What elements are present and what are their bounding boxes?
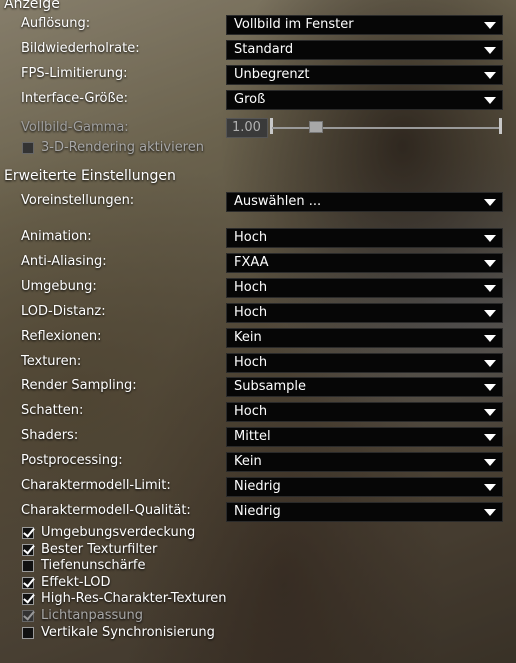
chevron-down-icon <box>484 459 496 467</box>
checkbox-label-high-res-charakter-texturen: High-Res-Charakter-Texturen <box>41 591 227 607</box>
checkbox-vertikale-synchronisierung[interactable] <box>22 626 34 639</box>
setting-label-anti-aliasing: Anti-Aliasing: <box>21 253 107 269</box>
checkbox-label-vertikale-synchronisierung: Vertikale Synchronisierung <box>41 624 215 640</box>
setting-label-lod-distanz: LOD-Distanz: <box>21 303 106 319</box>
interface-size-label: Interface-Größe: <box>21 91 129 106</box>
checkbox-umgebungsverdeckung[interactable] <box>22 527 34 539</box>
setting-dropdown-lod-distanz[interactable]: Hoch <box>226 302 503 323</box>
setting-dropdown-postprocessing[interactable]: Kein <box>226 452 503 473</box>
setting-value-lod-distanz: Hoch <box>234 304 268 320</box>
gamma-slider-min-tick <box>270 118 273 134</box>
setting-dropdown-render-sampling[interactable]: Subsample <box>226 377 503 398</box>
chevron-down-icon <box>484 47 496 54</box>
checkbox-label-effekt-lod: Effekt-LOD <box>41 574 111 590</box>
setting-dropdown-charaktermodell-limit[interactable]: Niedrig <box>226 477 503 497</box>
checkbox-label-bester-texturfilter: Bester Texturfilter <box>41 541 158 557</box>
setting-value-texturen: Hoch <box>234 354 268 370</box>
chevron-down-icon <box>484 434 496 442</box>
section-title-advanced: Erweiterte Einstellungen <box>4 168 176 184</box>
chevron-down-icon <box>484 409 496 417</box>
gamma-value-field: 1.00 <box>226 118 268 138</box>
setting-value-reflexionen: Kein <box>234 329 262 345</box>
setting-value-umgebung: Hoch <box>234 279 268 295</box>
setting-label-animation: Animation: <box>21 229 92 244</box>
interface-size-dropdown[interactable]: Groß <box>226 90 503 110</box>
refresh-rate-dropdown[interactable]: Standard <box>226 40 503 60</box>
fps-limit-label: FPS-Limitierung: <box>21 66 128 81</box>
chevron-down-icon <box>484 484 496 491</box>
section-title-display: Anzeige <box>4 0 60 12</box>
checkbox-tiefenunschärfe[interactable] <box>22 560 34 573</box>
gamma-slider-track <box>272 127 500 129</box>
setting-value-postprocessing: Kein <box>234 454 262 470</box>
checkbox-label-lichtanpassung: Lichtanpassung <box>41 608 144 623</box>
setting-label-postprocessing: Postprocessing: <box>21 453 123 469</box>
setting-value-schatten: Hoch <box>234 404 268 420</box>
setting-value-shaders: Mittel <box>234 429 271 445</box>
setting-dropdown-animation[interactable]: Hoch <box>226 228 503 248</box>
resolution-value: Vollbild im Fenster <box>234 17 354 32</box>
setting-label-render-sampling: Render Sampling: <box>21 378 137 394</box>
preset-value: Auswählen ... <box>234 194 322 209</box>
chevron-down-icon <box>484 72 496 79</box>
gamma-slider-max-tick <box>499 118 502 134</box>
chevron-down-icon <box>484 309 496 317</box>
setting-value-animation: Hoch <box>234 230 268 245</box>
checkbox-label-tiefenunschärfe: Tiefenunschärfe <box>41 558 146 574</box>
refresh-rate-value: Standard <box>234 42 294 57</box>
setting-label-shaders: Shaders: <box>21 428 79 444</box>
chevron-down-icon <box>484 235 496 242</box>
checkbox-high-res-charakter-texturen[interactable] <box>22 593 34 606</box>
setting-label-reflexionen: Reflexionen: <box>21 328 102 344</box>
checkbox-effekt-lod[interactable] <box>22 576 34 589</box>
setting-label-charaktermodell-limit: Charaktermodell-Limit: <box>21 478 171 493</box>
interface-size-value: Groß <box>234 92 266 107</box>
checkbox-bester-texturfilter[interactable] <box>22 543 34 556</box>
gamma-label: Vollbild-Gamma: <box>21 120 129 135</box>
preset-label: Voreinstellungen: <box>21 193 135 208</box>
fps-limit-value: Unbegrenzt <box>234 67 310 82</box>
setting-value-anti-aliasing: FXAA <box>234 254 269 270</box>
checkbox-label-umgebungsverdeckung: Umgebungsverdeckung <box>41 525 196 540</box>
setting-label-charaktermodell-qualität: Charaktermodell-Qualität: <box>21 502 191 518</box>
setting-dropdown-shaders[interactable]: Mittel <box>226 427 503 448</box>
chevron-down-icon <box>484 97 496 104</box>
chevron-down-icon <box>484 259 496 267</box>
gamma-slider-thumb <box>309 121 323 133</box>
chevron-down-icon <box>484 508 496 516</box>
chevron-down-icon <box>484 199 496 206</box>
refresh-rate-label: Bildwiederholrate: <box>21 41 140 56</box>
setting-value-charaktermodell-limit: Niedrig <box>234 479 281 494</box>
setting-dropdown-charaktermodell-qualität[interactable]: Niedrig <box>226 501 503 522</box>
setting-value-charaktermodell-qualität: Niedrig <box>234 503 281 519</box>
setting-dropdown-umgebung[interactable]: Hoch <box>226 277 503 298</box>
resolution-label: Auflösung: <box>21 16 91 31</box>
chevron-down-icon <box>484 22 496 29</box>
setting-value-render-sampling: Subsample <box>234 379 307 395</box>
preset-dropdown[interactable]: Auswählen ... <box>226 192 503 212</box>
fps-limit-dropdown[interactable]: Unbegrenzt <box>226 65 503 85</box>
chevron-down-icon <box>484 284 496 292</box>
setting-dropdown-schatten[interactable]: Hoch <box>226 402 503 423</box>
setting-dropdown-anti-aliasing[interactable]: FXAA <box>226 252 503 273</box>
chevron-down-icon <box>484 359 496 367</box>
render-3d-checkbox <box>22 142 34 154</box>
chevron-down-icon <box>484 334 496 342</box>
setting-label-schatten: Schatten: <box>21 403 84 419</box>
setting-dropdown-texturen[interactable]: Hoch <box>226 352 503 373</box>
resolution-dropdown[interactable]: Vollbild im Fenster <box>226 15 503 35</box>
chevron-down-icon <box>484 384 496 392</box>
checkbox-lichtanpassung <box>22 610 34 622</box>
render-3d-label: 3-D-Rendering aktivieren <box>41 140 204 155</box>
setting-dropdown-reflexionen[interactable]: Kein <box>226 327 503 348</box>
setting-label-texturen: Texturen: <box>21 353 82 369</box>
setting-label-umgebung: Umgebung: <box>21 278 97 294</box>
